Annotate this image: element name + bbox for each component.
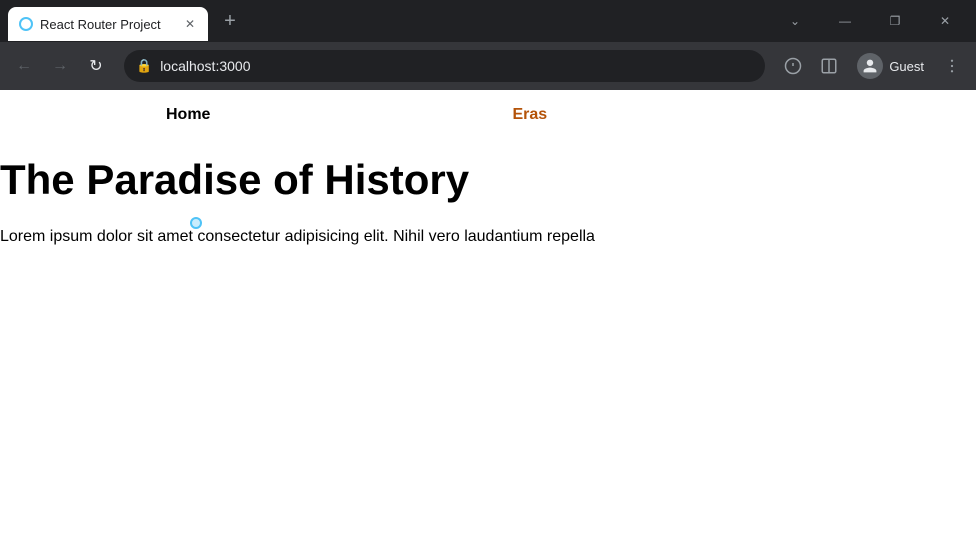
tab-bar: React Router Project ✕ + ⌄ — ❐ ✕ <box>0 0 976 42</box>
profile-name: Guest <box>889 59 924 74</box>
nav-menu: Home Eras <box>0 90 976 136</box>
active-tab[interactable]: React Router Project ✕ <box>8 7 208 41</box>
window-close-button[interactable]: ✕ <box>922 5 968 37</box>
page-main: The Paradise of History Lorem ipsum dolo… <box>0 136 976 250</box>
window-more-tabs-button[interactable]: ⌄ <box>772 5 818 37</box>
address-bar[interactable]: 🔒 localhost:3000 <box>124 50 765 82</box>
more-options-button[interactable] <box>936 50 968 82</box>
split-view-button[interactable] <box>813 50 845 82</box>
toolbar-icons: Guest <box>777 50 968 82</box>
address-bar-area: ← → ↻ 🔒 localhost:3000 <box>0 42 976 90</box>
page-content: Home Eras The Paradise of History Lorem … <box>0 90 976 549</box>
home-nav-link[interactable]: Home <box>150 102 226 128</box>
shield-icon-button[interactable] <box>777 50 809 82</box>
forward-button[interactable]: → <box>44 50 76 82</box>
new-tab-button[interactable]: + <box>216 7 244 35</box>
back-button[interactable]: ← <box>8 50 40 82</box>
eras-nav-link[interactable]: Eras <box>496 102 563 128</box>
window-maximize-button[interactable]: ❐ <box>872 5 918 37</box>
window-minimize-button[interactable]: — <box>822 5 868 37</box>
profile-button[interactable]: Guest <box>849 51 932 81</box>
tab-title: React Router Project <box>40 17 176 32</box>
tab-close-button[interactable]: ✕ <box>182 16 198 32</box>
reload-button[interactable]: ↻ <box>80 50 112 82</box>
window-controls: ⌄ — ❐ ✕ <box>772 5 968 37</box>
lock-icon: 🔒 <box>136 58 152 74</box>
avatar <box>857 53 883 79</box>
page-body-text: Lorem ipsum dolor sit amet consectetur a… <box>0 224 976 250</box>
url-text: localhost:3000 <box>160 58 753 74</box>
tab-favicon-icon <box>18 16 34 32</box>
page-heading: The Paradise of History <box>0 156 976 204</box>
